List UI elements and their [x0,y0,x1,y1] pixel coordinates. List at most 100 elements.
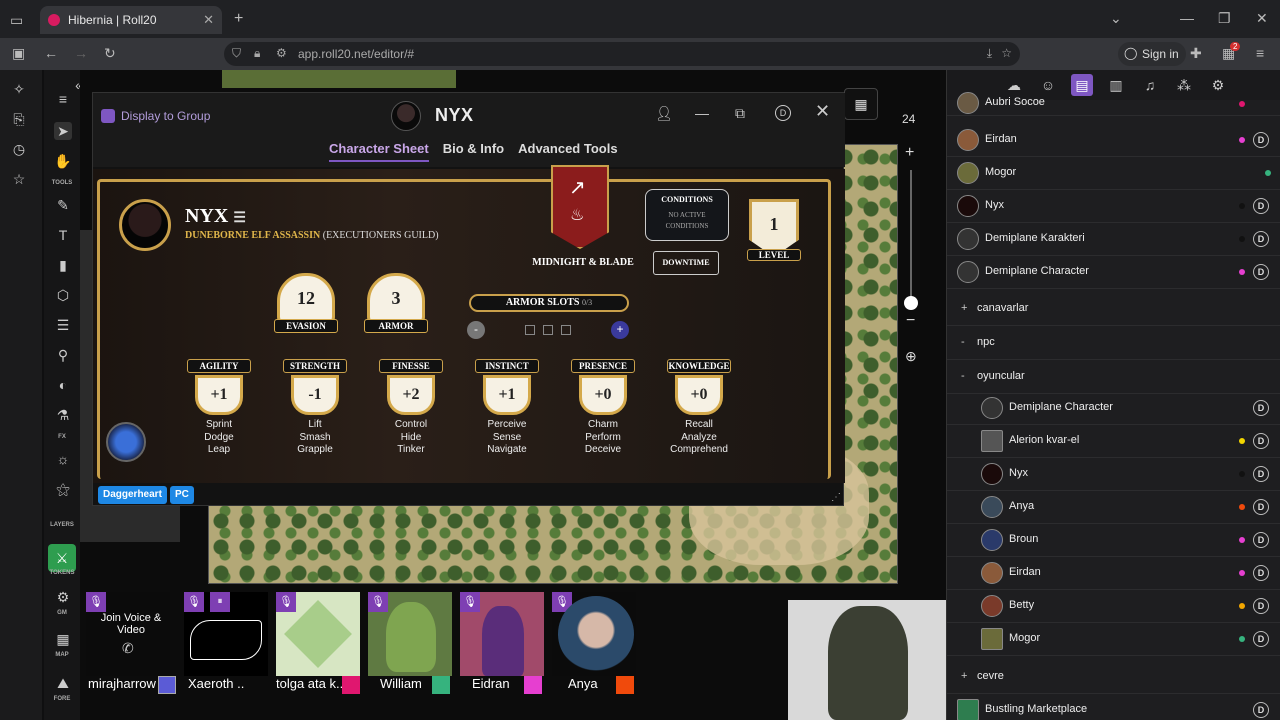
armor-slot-1[interactable] [525,325,535,335]
wand-icon[interactable]: ⚝ [54,480,72,498]
demiplane-badge[interactable]: D [1253,631,1269,647]
canvas-token-warrior[interactable] [788,600,946,720]
tab-bio-info[interactable]: Bio & Info [443,141,504,162]
menu-icon[interactable]: ≡ [54,90,72,108]
pan-tool-icon[interactable]: ✋ [54,152,72,170]
minimize-dialog-icon[interactable]: — [695,105,709,121]
handout-icon[interactable]: ▮ [54,256,72,274]
journal-item[interactable]: Demiplane Karakteri D [947,223,1280,256]
fx-tool-icon[interactable]: ⚗ [54,406,72,424]
dice-roller-icon[interactable] [106,422,146,462]
site-settings-icon[interactable]: ⚙ [276,46,287,60]
tab-actions-icon[interactable]: ▭ [10,12,23,29]
trait-agility[interactable]: AGILITY +1 Sprint Dodge Leap [187,359,251,457]
recenter-icon[interactable]: ⊕ [905,348,917,365]
collapse-sign[interactable]: - [961,336,965,348]
text-tool-icon[interactable]: T [54,226,72,244]
browser-tab[interactable]: Hibernia | Roll20 ✕ [40,6,222,34]
collapse-sign[interactable]: - [961,370,965,382]
pause-icon[interactable]: ⏸ [210,592,230,612]
pin-icon[interactable]: ⚲ [54,346,72,364]
forward-icon[interactable]: → [74,45,88,61]
folder-npc[interactable]: - npc [947,326,1280,360]
journal-item[interactable]: Alerion kvar-el D [947,425,1280,458]
demiplane-badge[interactable]: D [1253,433,1269,449]
journal-item[interactable]: Demiplane Character D [947,256,1280,289]
browser-menu-icon[interactable]: ≡ [1256,45,1264,61]
trait-finesse[interactable]: FINESSE +2 Control Hide Tinker [379,359,443,457]
demiplane-icon[interactable]: D [775,105,791,121]
journal-item[interactable]: Eirdan D [947,124,1280,157]
collections-icon[interactable]: ⎘ [10,110,28,128]
conditions-box[interactable]: CONDITIONS NO ACTIVE CONDITIONS [645,189,729,241]
shield-icon[interactable]: ⛉ [232,46,241,61]
map-layer-icon[interactable]: ▦ [54,630,72,648]
demiplane-badge[interactable]: D [1253,598,1269,614]
mic-muted-icon[interactable]: 🎙︎ [460,592,480,612]
folder-oyuncular[interactable]: - oyuncular [947,360,1280,394]
light-icon[interactable]: ☼ [54,450,72,468]
window-close-icon[interactable]: ✕ [1256,10,1268,27]
demiplane-badge[interactable]: D [1253,198,1269,214]
back-icon[interactable]: ← [44,45,58,61]
favorites-icon[interactable]: ☆ [10,170,28,188]
video-tile-eidran[interactable]: 🎙︎ [460,592,544,676]
display-to-group-button[interactable]: Display to Group [101,109,210,123]
art-library-tab-icon[interactable]: ☺ [1037,74,1059,96]
popout-icon[interactable]: ⧉ [735,105,745,122]
assign-player-icon[interactable]: 👤︎ [655,105,673,122]
zoom-track[interactable] [910,170,912,300]
journal-item[interactable]: Mogor D [947,623,1280,656]
copilot-icon[interactable]: ✧ [10,80,28,98]
tab-search-icon[interactable]: ⌄ [1110,10,1122,27]
player-color-swatch[interactable] [158,676,176,694]
tab-advanced-tools[interactable]: Advanced Tools [518,141,617,162]
demiplane-badge[interactable]: D [1253,532,1269,548]
journal-item[interactable]: Eirdan D [947,557,1280,590]
video-tile-william[interactable]: 🎙︎ [368,592,452,676]
sidebar-toggle-icon[interactable]: ▣ [12,45,25,62]
video-tile-tolga[interactable]: 🎙︎ [276,592,360,676]
close-tab-icon[interactable]: ✕ [203,12,214,28]
zoom-handle[interactable] [904,296,918,310]
tokens-layer-icon[interactable]: ⚔ [48,544,76,572]
dice-icon[interactable]: ⬡ [54,286,72,304]
player-color-swatch[interactable] [432,676,450,694]
history-icon[interactable]: ◷ [10,140,28,158]
folder-canavarlar[interactable]: + canavarlar [947,292,1280,326]
address-bar[interactable]: ⛉ 🔒︎ ⚙ app.roll20.net/editor/# ⤓ ☆ [224,42,1020,66]
armor-slot-3[interactable] [561,325,571,335]
new-tab-icon[interactable]: + [234,10,243,28]
trait-instinct[interactable]: INSTINCT +1 Perceive Sense Navigate [475,359,539,457]
jukebox-tab-icon[interactable]: ♫ [1139,74,1161,96]
video-tile-xaeroth[interactable]: 🎙︎ ⏸ [184,592,268,676]
trait-strength[interactable]: STRENGTH -1 Lift Smash Grapple [283,359,347,457]
select-tool-icon[interactable]: ➤ [54,122,72,140]
armor-slot-plus-button[interactable]: + [611,321,629,339]
video-tile-self[interactable]: 🎙︎ Join Voice & Video ✆ [86,592,170,676]
foreground-layer-icon[interactable]: ⛰ [54,674,72,692]
journal-item[interactable]: Mogor [947,157,1280,190]
journal-item[interactable]: Demiplane Character D [947,392,1280,425]
expand-sign[interactable]: + [961,670,967,682]
draw-tool-icon[interactable]: ✎ [54,196,72,214]
zoom-out-icon[interactable]: − [906,312,915,330]
journal-item[interactable]: Nyx D [947,190,1280,223]
trait-knowledge[interactable]: KNOWLEDGE +0 Recall Analyze Comprehend [667,359,731,457]
character-name[interactable]: NYX [185,205,228,227]
journal-item[interactable]: Nyx D [947,458,1280,491]
journal-item[interactable]: Betty D [947,590,1280,623]
player-color-swatch[interactable] [342,676,360,694]
journal-tab-icon[interactable]: ▤ [1071,74,1093,96]
bookmark-star-icon[interactable]: ☆ [1001,46,1012,60]
armor-slot-2[interactable] [543,325,553,335]
menu-lines-icon[interactable]: ☰ [233,211,246,226]
join-voice-video[interactable]: Join Voice & Video [96,612,166,636]
player-color-swatch[interactable] [524,676,542,694]
mic-muted-icon[interactable]: 🎙︎ [86,592,106,612]
journal-item[interactable]: Broun D [947,524,1280,557]
demiplane-badge[interactable]: D [1253,466,1269,482]
demiplane-badge[interactable]: D [1253,231,1269,247]
video-tile-anya[interactable]: 🎙︎ [552,592,636,676]
tab-character-sheet[interactable]: Character Sheet [329,141,429,162]
